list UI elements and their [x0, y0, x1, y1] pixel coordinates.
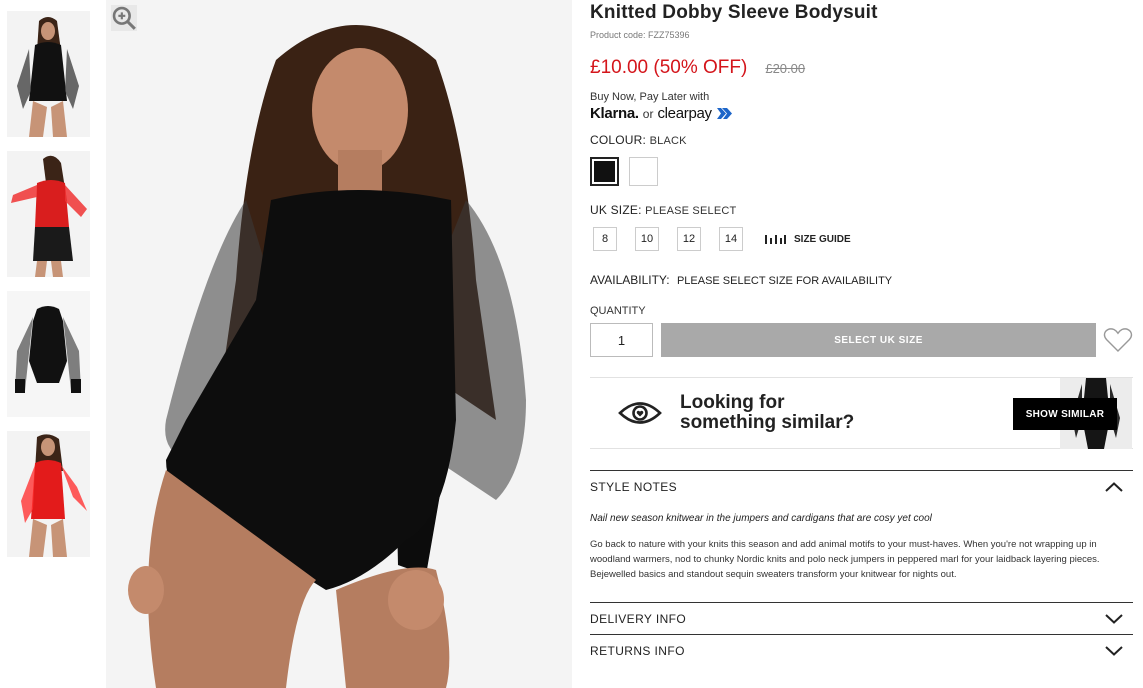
availability-row: AVAILABILITY: PLEASE SELECT SIZE FOR AVA… [590, 273, 1133, 287]
thumbnail-4-image [7, 431, 90, 557]
heart-icon[interactable] [1103, 327, 1133, 353]
similar-heading-line2: something similar? [680, 412, 855, 433]
similar-heading-line1: Looking for [680, 392, 785, 413]
thumbnail-2-image [7, 151, 90, 277]
thumbnail-4[interactable] [7, 431, 90, 557]
delivery-info-header[interactable]: DELIVERY INFO [590, 603, 1133, 634]
size-option-10[interactable]: 10 [635, 227, 659, 251]
bnpl-logos: Klarna. or clearpay [590, 105, 1133, 122]
thumbnail-3-image [7, 291, 90, 417]
bnpl-or: or [642, 106, 654, 121]
thumbnail-2[interactable] [7, 151, 90, 277]
style-notes-header[interactable]: STYLE NOTES [590, 471, 1133, 502]
add-to-bag-button[interactable]: SELECT UK SIZE [661, 323, 1097, 357]
size-guide-link[interactable]: SIZE GUIDE [765, 234, 851, 245]
size-guide-label: SIZE GUIDE [794, 233, 851, 245]
thumbnail-1[interactable] [7, 11, 90, 137]
returns-info-header[interactable]: RETURNS INFO [590, 635, 1133, 666]
similar-banner: Looking for something similar? SHOW SIMI… [590, 377, 1133, 449]
returns-info-section: RETURNS INFO [590, 634, 1133, 666]
delivery-info-section: DELIVERY INFO [590, 602, 1133, 634]
size-option-12[interactable]: 12 [677, 227, 701, 251]
price-row: £10.00 (50% OFF) £20.00 [590, 57, 1133, 79]
quantity-label: QUANTITY [590, 305, 646, 317]
quantity-input[interactable] [590, 323, 653, 357]
product-details-panel: Knitted Dobby Sleeve Bodysuit Product co… [590, 0, 1133, 666]
zoom-button[interactable] [111, 5, 137, 31]
swatch-black[interactable] [590, 157, 619, 186]
eye-icon [618, 402, 662, 424]
clearpay-arrows-icon [712, 108, 732, 119]
swatch-white-fill [633, 161, 654, 182]
original-price: £20.00 [765, 61, 806, 76]
ruler-icon [765, 235, 786, 244]
style-notes-title: STYLE NOTES [590, 479, 678, 494]
colour-label: COLOUR: [590, 133, 647, 147]
size-option-14[interactable]: 14 [719, 227, 743, 251]
product-title: Knitted Dobby Sleeve Bodysuit [590, 2, 878, 23]
size-options: 8 10 12 14 SIZE GUIDE [590, 227, 1133, 251]
swatch-white[interactable] [629, 157, 658, 186]
similar-heading: Looking for something similar? [680, 393, 854, 433]
model-photo [106, 0, 572, 688]
product-code: Product code: FZZ75396 [590, 30, 690, 40]
chevron-up-icon [1105, 481, 1123, 492]
swatch-black-fill [594, 161, 615, 182]
size-value: PLEASE SELECT [645, 205, 737, 217]
klarna-logo[interactable]: Klarna. [590, 105, 639, 122]
thumbnail-1-image [7, 11, 90, 137]
size-option-8[interactable]: 8 [593, 227, 617, 251]
size-label: UK SIZE: [590, 203, 642, 217]
delivery-info-title: DELIVERY INFO [590, 611, 687, 626]
style-notes-section: STYLE NOTES Nail new season knitwear in … [590, 470, 1133, 582]
clearpay-logo[interactable]: clearpay [657, 105, 712, 122]
buy-row: SELECT UK SIZE [590, 323, 1133, 357]
sale-price: £10.00 (50% OFF) [590, 57, 748, 78]
zoom-icon [112, 6, 136, 30]
size-label-row: UK SIZE: PLEASE SELECT [590, 203, 1133, 217]
style-notes-body: Go back to nature with your knits this s… [590, 539, 1100, 580]
returns-info-title: RETURNS INFO [590, 643, 685, 658]
chevron-down-icon [1105, 613, 1123, 624]
colour-swatches [590, 157, 1133, 186]
show-similar-button[interactable]: SHOW SIMILAR [1013, 398, 1117, 430]
availability-value: PLEASE SELECT SIZE FOR AVAILABILITY [676, 275, 893, 287]
main-product-image[interactable] [106, 0, 572, 688]
colour-label-row: COLOUR: BLACK [590, 133, 1133, 147]
bnpl-text: Buy Now, Pay Later with [590, 91, 710, 103]
thumbnail-3[interactable] [7, 291, 90, 417]
availability-label: AVAILABILITY: [590, 273, 670, 287]
chevron-down-icon [1105, 645, 1123, 656]
thumbnail-gallery [7, 11, 90, 571]
style-notes-subtitle: Nail new season knitwear in the jumpers … [590, 513, 932, 524]
colour-value: BLACK [649, 135, 687, 147]
